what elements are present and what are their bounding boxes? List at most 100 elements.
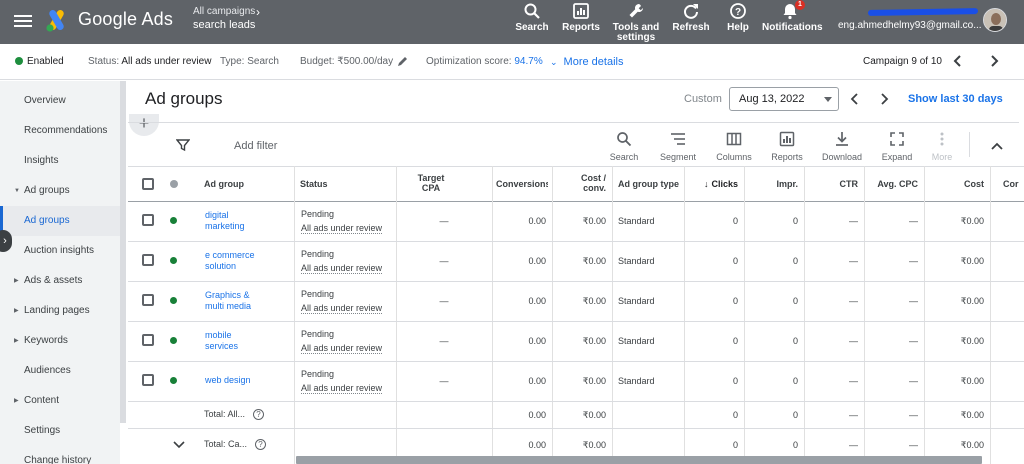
row-status-secondary[interactable]: All ads under review bbox=[301, 263, 383, 274]
col-divider bbox=[396, 166, 397, 464]
col-header-impr[interactable]: Impr. bbox=[758, 179, 798, 189]
row-checkbox[interactable] bbox=[142, 374, 154, 386]
campaign-selector[interactable]: All campaigns search leads › bbox=[193, 5, 260, 31]
sidebar-item-label: Audiences bbox=[24, 365, 71, 376]
row-clicks: 0 bbox=[732, 296, 738, 306]
header-help-button[interactable]: ? Help bbox=[724, 2, 752, 33]
more-details-link[interactable]: ⌄ More details bbox=[550, 56, 623, 68]
sidebar-item-label: Overview bbox=[24, 95, 66, 106]
row-cost: ₹0.00 bbox=[960, 216, 984, 226]
download-button[interactable]: Download bbox=[818, 131, 866, 162]
row-ctr: — bbox=[849, 376, 858, 386]
row-status-secondary[interactable]: All ads under review bbox=[301, 223, 383, 234]
sidebar-item-settings[interactable]: Settings bbox=[0, 416, 120, 446]
table-reports-button[interactable]: Reports bbox=[766, 131, 808, 162]
date-range-selector[interactable]: Aug 13, 2022 bbox=[729, 87, 839, 111]
opt-score-value[interactable]: 94.7% bbox=[514, 56, 542, 67]
expand-button[interactable]: Expand bbox=[876, 131, 918, 162]
budget-value: ₹500.00/day bbox=[337, 56, 394, 67]
sidebar-item-change-history[interactable]: Change history bbox=[0, 446, 120, 464]
next-date-chevron-right-icon[interactable] bbox=[876, 91, 892, 107]
col-header-cost-per-conv[interactable]: Cost / conv. bbox=[558, 173, 606, 193]
row-status-secondary[interactable]: All ads under review bbox=[301, 303, 383, 314]
sidebar-scrollbar[interactable] bbox=[120, 81, 126, 423]
sidebar-item-content[interactable]: ▶ Content bbox=[0, 386, 120, 416]
row-clicks: 0 bbox=[732, 376, 738, 386]
collapse-chevron-up-icon[interactable] bbox=[990, 140, 1004, 152]
col-divider bbox=[990, 166, 991, 464]
help-circle-icon[interactable]: ? bbox=[253, 409, 265, 420]
table-search-button[interactable]: Search bbox=[605, 131, 643, 162]
edit-pencil-icon[interactable] bbox=[397, 55, 409, 67]
next-campaign-chevron-right-icon[interactable] bbox=[986, 53, 1002, 69]
row-conversions: 0.00 bbox=[528, 296, 546, 306]
enabled-status[interactable]: Enabled bbox=[15, 56, 64, 67]
header-search-button[interactable]: Search bbox=[514, 2, 550, 33]
col-header-ad-group[interactable]: Ad group bbox=[204, 179, 244, 189]
sidebar-item-recommendations[interactable]: Recommendations bbox=[0, 116, 120, 146]
ad-group-link[interactable]: mobile services bbox=[205, 330, 238, 352]
refresh-icon bbox=[684, 4, 698, 19]
col-header-ad-group-type[interactable]: Ad group type bbox=[618, 179, 679, 189]
col-divider bbox=[612, 166, 613, 464]
sidebar-item-ads-assets[interactable]: ▶ Ads & assets bbox=[0, 266, 120, 296]
more-button[interactable]: More bbox=[926, 131, 958, 162]
col-header-truncated[interactable]: Cor bbox=[1003, 179, 1024, 189]
header-reports-button[interactable]: Reports bbox=[562, 2, 600, 33]
row-cost-per-conv: ₹0.00 bbox=[582, 336, 606, 346]
col-header-conversions[interactable]: Conversions bbox=[496, 179, 548, 189]
enabled-dot-icon bbox=[170, 217, 177, 224]
sidebar-item-audiences[interactable]: Audiences bbox=[0, 356, 120, 386]
row-checkbox[interactable] bbox=[142, 214, 154, 226]
select-all-checkbox[interactable] bbox=[142, 178, 154, 190]
table-horizontal-scrollbar[interactable] bbox=[296, 456, 982, 464]
help-circle-icon[interactable]: ? bbox=[255, 439, 267, 450]
type-field: Type: Search bbox=[220, 56, 279, 67]
avatar[interactable] bbox=[983, 8, 1007, 32]
sidebar-item-keywords[interactable]: ▶ Keywords bbox=[0, 326, 120, 356]
sidebar-group-ad-groups[interactable]: ▼ Ad groups bbox=[0, 176, 120, 206]
header-notifications-button[interactable]: 1 Notifications bbox=[762, 0, 823, 33]
total-all-clicks: 0 bbox=[732, 410, 738, 420]
col-header-status[interactable]: Status bbox=[300, 179, 328, 189]
sidebar-item-landing-pages[interactable]: ▶ Landing pages bbox=[0, 296, 120, 326]
col-header-target-cpa[interactable]: Target CPA bbox=[396, 173, 466, 193]
col-header-cost[interactable]: Cost bbox=[934, 179, 984, 189]
col-header-avg-cpc[interactable]: Avg. CPC bbox=[868, 179, 918, 189]
sidebar-item-label: Keywords bbox=[24, 335, 68, 346]
prev-date-chevron-left-icon[interactable] bbox=[847, 91, 863, 107]
prev-campaign-chevron-left-icon[interactable] bbox=[950, 53, 966, 69]
header-tools-settings-button[interactable]: Tools and settings bbox=[612, 2, 660, 43]
ad-group-link[interactable]: digital marketing bbox=[205, 210, 245, 232]
row-checkbox[interactable] bbox=[142, 254, 154, 266]
columns-button[interactable]: Columns bbox=[712, 131, 756, 162]
account-email[interactable]: eng.ahmedhelmy93@gmail.co... bbox=[838, 20, 982, 31]
add-filter-button[interactable]: Add filter bbox=[234, 140, 277, 152]
show-last-30-days-link[interactable]: Show last 30 days bbox=[908, 93, 1003, 105]
sidebar-item-auction-insights[interactable]: Auction insights bbox=[0, 236, 120, 266]
total-all-cost: ₹0.00 bbox=[960, 410, 984, 420]
ad-group-link[interactable]: e commerce solution bbox=[205, 250, 255, 272]
add-ad-group-button[interactable]: + bbox=[129, 114, 159, 136]
row-cost: ₹0.00 bbox=[960, 376, 984, 386]
sidebar-item-ad-groups[interactable]: Ad groups bbox=[0, 206, 120, 236]
col-header-clicks[interactable]: ↓ Clicks bbox=[698, 179, 738, 189]
ad-group-link[interactable]: web design bbox=[205, 375, 251, 386]
download-icon bbox=[836, 132, 848, 146]
row-status-secondary[interactable]: All ads under review bbox=[301, 343, 383, 354]
segment-button[interactable]: Segment bbox=[655, 131, 701, 162]
sidebar-item-insights[interactable]: Insights bbox=[0, 146, 120, 176]
row-divider bbox=[128, 241, 1024, 242]
header-refresh-button[interactable]: Refresh bbox=[672, 2, 710, 33]
row-checkbox[interactable] bbox=[142, 294, 154, 306]
row-checkbox[interactable] bbox=[142, 334, 154, 346]
ad-group-link[interactable]: Graphics & multi media bbox=[205, 290, 251, 312]
enabled-dot-icon bbox=[15, 57, 23, 65]
col-header-ctr[interactable]: CTR bbox=[818, 179, 859, 189]
expand-chevron-down-icon[interactable] bbox=[172, 440, 186, 450]
row-status-secondary[interactable]: All ads under review bbox=[301, 383, 383, 394]
sidebar-item-overview[interactable]: Overview bbox=[0, 86, 120, 116]
more-vert-icon bbox=[940, 132, 944, 146]
filter-funnel-icon[interactable] bbox=[176, 138, 190, 152]
hamburger-menu-icon[interactable] bbox=[14, 13, 32, 29]
